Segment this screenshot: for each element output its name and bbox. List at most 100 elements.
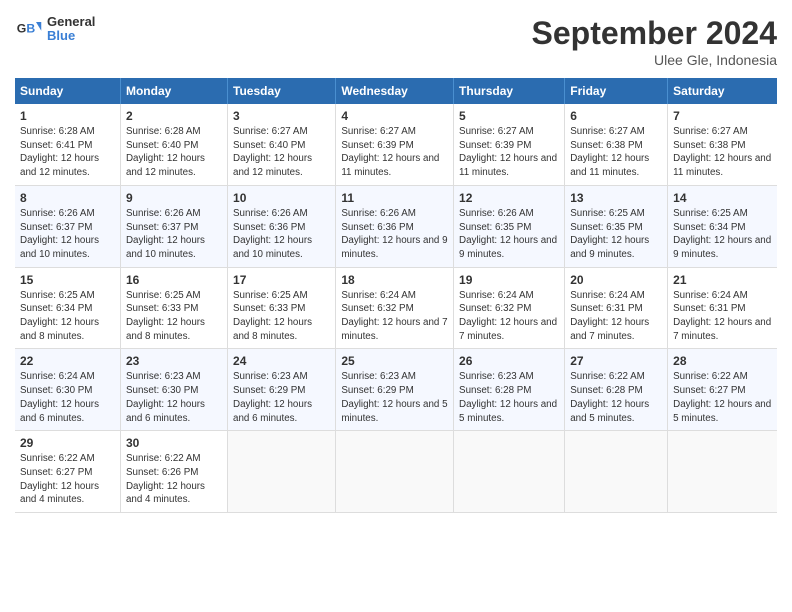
header-sunday: Sunday bbox=[15, 78, 120, 104]
day-info: Sunrise: 6:24 AMSunset: 6:30 PMDaylight:… bbox=[20, 370, 115, 425]
location: Ulee Gle, Indonesia bbox=[532, 52, 777, 68]
calendar-day-cell: 11 Sunrise: 6:26 AMSunset: 6:36 PMDayligh… bbox=[336, 185, 454, 267]
calendar-day-cell: 19Sunrise: 6:24 AMSunset: 6:32 PMDayligh… bbox=[454, 267, 565, 349]
svg-text:G: G bbox=[17, 22, 27, 36]
day-info: Sunrise: 6:22 AMSunset: 6:27 PMDaylight:… bbox=[20, 452, 115, 507]
calendar-day-cell: 29Sunrise: 6:22 AMSunset: 6:27 PMDayligh… bbox=[15, 431, 120, 513]
day-number: 30 bbox=[126, 436, 222, 450]
calendar-day-cell: 3 Sunrise: 6:27 AMSunset: 6:40 PMDaylight… bbox=[228, 104, 336, 185]
day-info: Sunrise: 6:28 AMSunset: 6:40 PMDaylight:… bbox=[126, 125, 222, 180]
calendar-day-cell: 21Sunrise: 6:24 AMSunset: 6:31 PMDayligh… bbox=[668, 267, 777, 349]
header-saturday: Saturday bbox=[668, 78, 777, 104]
day-number: 9 bbox=[126, 191, 222, 205]
calendar-day-cell: 2 Sunrise: 6:28 AMSunset: 6:40 PMDaylight… bbox=[120, 104, 227, 185]
calendar-day-cell: 23 Sunrise: 6:23 AMSunset: 6:30 PMDayligh… bbox=[120, 349, 227, 431]
calendar-day-cell: 8Sunrise: 6:26 AMSunset: 6:37 PMDaylight… bbox=[15, 185, 120, 267]
calendar-day-cell bbox=[565, 431, 668, 513]
day-info: Sunrise: 6:22 AMSunset: 6:27 PMDaylight:… bbox=[673, 370, 772, 425]
day-number: 18 bbox=[341, 273, 448, 287]
day-number: 28 bbox=[673, 354, 772, 368]
day-number: 20 bbox=[570, 273, 662, 287]
title-block: September 2024 Ulee Gle, Indonesia bbox=[532, 15, 777, 68]
day-number: 24 bbox=[233, 354, 330, 368]
calendar-day-cell: 30 Sunrise: 6:22 AMSunset: 6:26 PMDayligh… bbox=[120, 431, 227, 513]
day-info: Sunrise: 6:24 AMSunset: 6:31 PMDaylight:… bbox=[570, 289, 662, 344]
day-info: Sunrise: 6:27 AMSunset: 6:39 PMDaylight:… bbox=[459, 125, 559, 180]
calendar-week-row: 1 Sunrise: 6:28 AMSunset: 6:41 PMDaylight… bbox=[15, 104, 777, 185]
day-info: Sunrise: 6:22 AMSunset: 6:28 PMDaylight:… bbox=[570, 370, 662, 425]
calendar-day-cell: 27 Sunrise: 6:22 AMSunset: 6:28 PMDayligh… bbox=[565, 349, 668, 431]
header-wednesday: Wednesday bbox=[336, 78, 454, 104]
day-info: Sunrise: 6:23 AMSunset: 6:28 PMDaylight:… bbox=[459, 370, 559, 425]
calendar-day-cell: 6 Sunrise: 6:27 AMSunset: 6:38 PMDaylight… bbox=[565, 104, 668, 185]
day-info: Sunrise: 6:22 AMSunset: 6:26 PMDaylight:… bbox=[126, 452, 222, 507]
day-info: Sunrise: 6:27 AMSunset: 6:40 PMDaylight:… bbox=[233, 125, 330, 180]
day-info: Sunrise: 6:28 AMSunset: 6:41 PMDaylight:… bbox=[20, 125, 115, 180]
calendar-day-cell: 20 Sunrise: 6:24 AMSunset: 6:31 PMDayligh… bbox=[565, 267, 668, 349]
page-header: G B General Blue September 2024 Ulee Gle… bbox=[15, 15, 777, 68]
day-info: Sunrise: 6:27 AMSunset: 6:39 PMDaylight:… bbox=[341, 125, 448, 180]
calendar-week-row: 29Sunrise: 6:22 AMSunset: 6:27 PMDayligh… bbox=[15, 431, 777, 513]
day-number: 17 bbox=[233, 273, 330, 287]
day-number: 13 bbox=[570, 191, 662, 205]
day-info: Sunrise: 6:26 AMSunset: 6:37 PMDaylight:… bbox=[20, 207, 115, 262]
calendar-day-cell: 12 Sunrise: 6:26 AMSunset: 6:35 PMDayligh… bbox=[454, 185, 565, 267]
header-friday: Friday bbox=[565, 78, 668, 104]
calendar-table: SundayMondayTuesdayWednesdayThursdayFrid… bbox=[15, 78, 777, 513]
calendar-day-cell: 4 Sunrise: 6:27 AMSunset: 6:39 PMDaylight… bbox=[336, 104, 454, 185]
header-thursday: Thursday bbox=[454, 78, 565, 104]
day-info: Sunrise: 6:24 AMSunset: 6:31 PMDaylight:… bbox=[673, 289, 772, 344]
day-number: 5 bbox=[459, 109, 559, 123]
day-info: Sunrise: 6:26 AMSunset: 6:36 PMDaylight:… bbox=[233, 207, 330, 262]
day-info: Sunrise: 6:26 AMSunset: 6:35 PMDaylight:… bbox=[459, 207, 559, 262]
calendar-day-cell: 10 Sunrise: 6:26 AMSunset: 6:36 PMDayligh… bbox=[228, 185, 336, 267]
day-number: 25 bbox=[341, 354, 448, 368]
day-number: 15 bbox=[20, 273, 115, 287]
calendar-day-cell: 28 Sunrise: 6:22 AMSunset: 6:27 PMDayligh… bbox=[668, 349, 777, 431]
calendar-week-row: 8Sunrise: 6:26 AMSunset: 6:37 PMDaylight… bbox=[15, 185, 777, 267]
day-number: 19 bbox=[459, 273, 559, 287]
day-number: 23 bbox=[126, 354, 222, 368]
calendar-week-row: 15 Sunrise: 6:25 AMSunset: 6:34 PMDayligh… bbox=[15, 267, 777, 349]
header-monday: Monday bbox=[120, 78, 227, 104]
day-number: 12 bbox=[459, 191, 559, 205]
day-info: Sunrise: 6:26 AMSunset: 6:36 PMDaylight:… bbox=[341, 207, 448, 262]
day-number: 3 bbox=[233, 109, 330, 123]
day-info: Sunrise: 6:27 AMSunset: 6:38 PMDaylight:… bbox=[570, 125, 662, 180]
calendar-week-row: 22 Sunrise: 6:24 AMSunset: 6:30 PMDayligh… bbox=[15, 349, 777, 431]
day-number: 11 bbox=[341, 191, 448, 205]
day-number: 22 bbox=[20, 354, 115, 368]
day-number: 2 bbox=[126, 109, 222, 123]
day-info: Sunrise: 6:25 AMSunset: 6:34 PMDaylight:… bbox=[20, 289, 115, 344]
calendar-day-cell: 26Sunrise: 6:23 AMSunset: 6:28 PMDayligh… bbox=[454, 349, 565, 431]
calendar-day-cell: 24 Sunrise: 6:23 AMSunset: 6:29 PMDayligh… bbox=[228, 349, 336, 431]
calendar-day-cell bbox=[336, 431, 454, 513]
calendar-day-cell: 9Sunrise: 6:26 AMSunset: 6:37 PMDaylight… bbox=[120, 185, 227, 267]
calendar-day-cell: 22 Sunrise: 6:24 AMSunset: 6:30 PMDayligh… bbox=[15, 349, 120, 431]
day-number: 16 bbox=[126, 273, 222, 287]
day-info: Sunrise: 6:25 AMSunset: 6:33 PMDaylight:… bbox=[233, 289, 330, 344]
logo-text: General Blue bbox=[47, 15, 95, 44]
day-info: Sunrise: 6:27 AMSunset: 6:38 PMDaylight:… bbox=[673, 125, 772, 180]
svg-text:B: B bbox=[26, 22, 35, 36]
calendar-day-cell: 13 Sunrise: 6:25 AMSunset: 6:35 PMDayligh… bbox=[565, 185, 668, 267]
day-number: 27 bbox=[570, 354, 662, 368]
calendar-day-cell: 7 Sunrise: 6:27 AMSunset: 6:38 PMDaylight… bbox=[668, 104, 777, 185]
day-info: Sunrise: 6:23 AMSunset: 6:29 PMDaylight:… bbox=[341, 370, 448, 425]
calendar-day-cell: 5 Sunrise: 6:27 AMSunset: 6:39 PMDaylight… bbox=[454, 104, 565, 185]
day-number: 1 bbox=[20, 109, 115, 123]
day-info: Sunrise: 6:25 AMSunset: 6:35 PMDaylight:… bbox=[570, 207, 662, 262]
day-number: 4 bbox=[341, 109, 448, 123]
day-number: 14 bbox=[673, 191, 772, 205]
day-info: Sunrise: 6:25 AMSunset: 6:34 PMDaylight:… bbox=[673, 207, 772, 262]
day-number: 10 bbox=[233, 191, 330, 205]
day-info: Sunrise: 6:23 AMSunset: 6:30 PMDaylight:… bbox=[126, 370, 222, 425]
day-number: 6 bbox=[570, 109, 662, 123]
day-info: Sunrise: 6:23 AMSunset: 6:29 PMDaylight:… bbox=[233, 370, 330, 425]
calendar-day-cell: 17 Sunrise: 6:25 AMSunset: 6:33 PMDayligh… bbox=[228, 267, 336, 349]
calendar-day-cell: 15 Sunrise: 6:25 AMSunset: 6:34 PMDayligh… bbox=[15, 267, 120, 349]
day-number: 7 bbox=[673, 109, 772, 123]
calendar-header-row: SundayMondayTuesdayWednesdayThursdayFrid… bbox=[15, 78, 777, 104]
calendar-day-cell: 16Sunrise: 6:25 AMSunset: 6:33 PMDayligh… bbox=[120, 267, 227, 349]
calendar-day-cell bbox=[454, 431, 565, 513]
